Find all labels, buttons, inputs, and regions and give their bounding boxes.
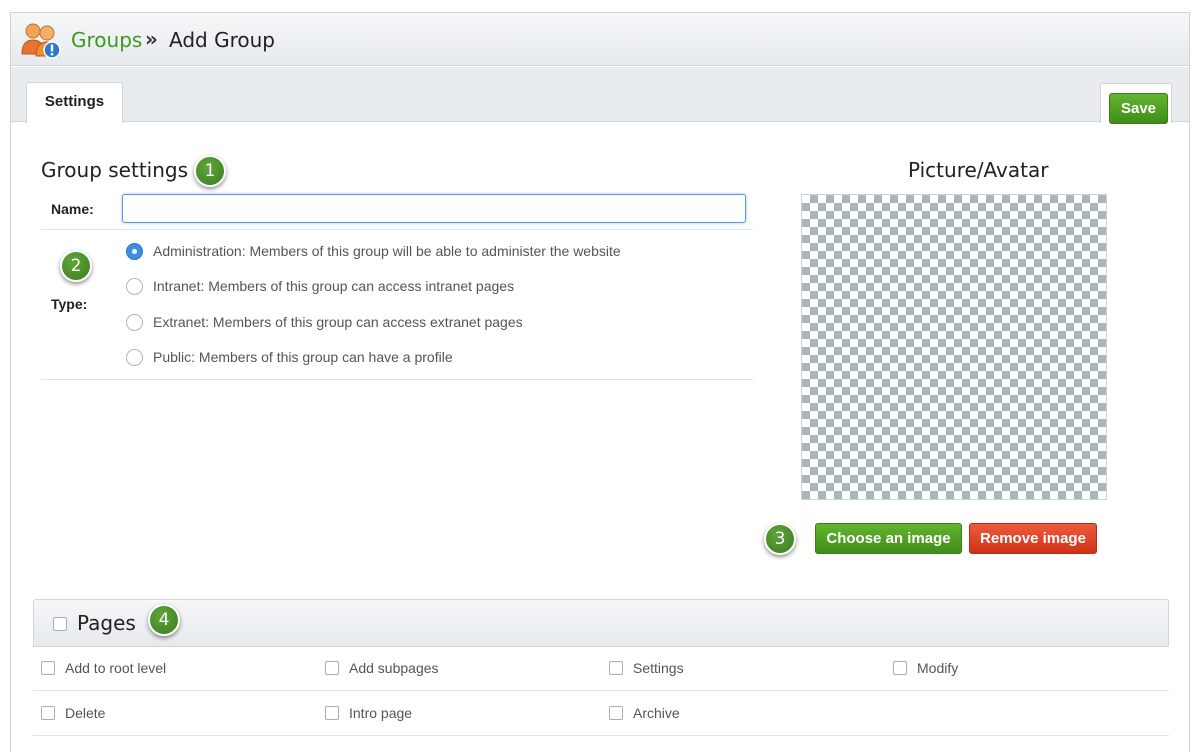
permission-label: Modify: [917, 660, 959, 676]
picture-avatar-title: Picture/Avatar: [908, 158, 1049, 182]
breadcrumb-separator: »: [145, 27, 158, 51]
checkbox[interactable]: [325, 661, 339, 675]
type-option-intranet[interactable]: Intranet: Members of this group can acce…: [126, 276, 514, 296]
permission-settings[interactable]: Settings: [609, 659, 684, 677]
checkbox[interactable]: [893, 661, 907, 675]
type-option-public[interactable]: Public: Members of this group can have a…: [126, 347, 453, 367]
radio-button[interactable]: [126, 277, 143, 295]
checkbox[interactable]: [609, 661, 623, 675]
permission-add-to-root-level[interactable]: Add to root level: [41, 659, 166, 677]
radio-label: Extranet: Members of this group can acce…: [153, 314, 523, 330]
avatar-preview: [801, 194, 1107, 500]
permission-label: Archive: [633, 705, 680, 721]
radio-button[interactable]: [126, 242, 143, 260]
permission-label: Add to root level: [65, 660, 167, 676]
checkbox[interactable]: [41, 661, 55, 675]
permission-label: Add subpages: [349, 660, 439, 676]
permission-label: Delete: [65, 705, 106, 721]
permission-label: Settings: [633, 660, 684, 676]
radio-button[interactable]: [126, 348, 143, 366]
tab-settings[interactable]: Settings: [26, 82, 123, 123]
divider: [41, 229, 753, 230]
main-panel: Groups » Add Group Settings Save Group s…: [10, 12, 1190, 752]
permission-archive[interactable]: Archive: [609, 704, 680, 722]
name-input[interactable]: [122, 194, 746, 223]
annotation-badge-2: 2: [60, 250, 92, 282]
breadcrumb-groups-link[interactable]: Groups: [71, 28, 142, 52]
type-option-administration[interactable]: Administration: Members of this group wi…: [126, 241, 621, 261]
group-settings-title: Group settings: [41, 158, 189, 182]
annotation-badge-3: 3: [764, 523, 796, 555]
divider: [33, 690, 1169, 691]
checkbox[interactable]: [609, 706, 623, 720]
group-users-icon: [21, 23, 61, 59]
annotation-badge-1: 1: [194, 155, 226, 187]
type-option-extranet[interactable]: Extranet: Members of this group can acce…: [126, 312, 523, 332]
checkbox[interactable]: [41, 706, 55, 720]
radio-label: Administration: Members of this group wi…: [153, 243, 621, 259]
pages-section-header: Pages 4: [33, 599, 1169, 647]
divider: [41, 379, 753, 380]
pages-select-all-checkbox[interactable]: [53, 617, 67, 631]
tab-bar: Settings Save: [11, 67, 1189, 124]
save-tab-wrapper: Save: [1100, 83, 1172, 124]
permission-intro-page[interactable]: Intro page: [325, 704, 412, 722]
choose-image-button[interactable]: Choose an image: [815, 523, 962, 554]
annotation-badge-4: 4: [148, 604, 180, 636]
radio-button[interactable]: [126, 313, 143, 331]
save-button[interactable]: Save: [1109, 93, 1168, 124]
name-label: Name:: [51, 201, 94, 217]
radio-label: Intranet: Members of this group can acce…: [153, 278, 515, 294]
radio-label: Public: Members of this group can have a…: [153, 349, 453, 365]
permission-add-subpages[interactable]: Add subpages: [325, 659, 439, 677]
pages-title: Pages: [77, 611, 136, 635]
permission-label: Intro page: [349, 705, 413, 721]
page-header: Groups » Add Group: [11, 13, 1189, 66]
permission-modify[interactable]: Modify: [893, 659, 958, 677]
page-title: Add Group: [169, 28, 275, 52]
checkbox[interactable]: [325, 706, 339, 720]
permission-delete[interactable]: Delete: [41, 704, 105, 722]
remove-image-button[interactable]: Remove image: [969, 523, 1097, 554]
divider: [33, 735, 1169, 736]
type-label: Type:: [51, 296, 88, 312]
